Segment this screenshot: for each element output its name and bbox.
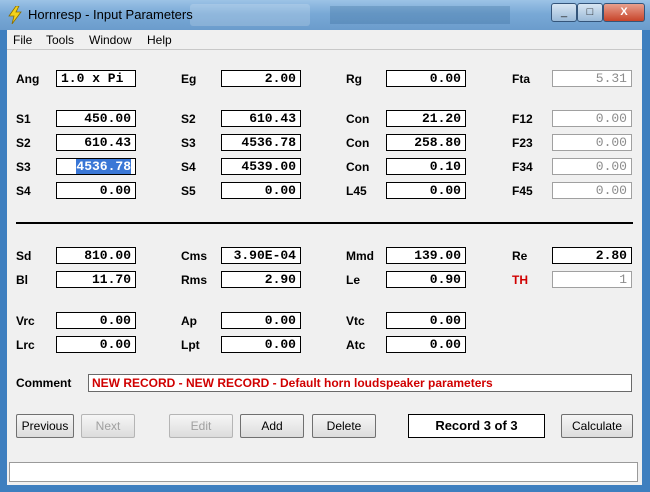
f45-field: 0.00 <box>552 182 632 199</box>
mmd-label: Mmd <box>346 249 374 263</box>
minimize-button[interactable]: _ <box>551 3 577 22</box>
fta-field: 5.31 <box>552 70 632 87</box>
vrc-field[interactable]: 0.00 <box>56 312 136 329</box>
s2-label: S2 <box>16 136 31 150</box>
th-label: TH <box>512 273 528 287</box>
comment-field[interactable]: NEW RECORD - NEW RECORD - Default horn l… <box>88 374 632 392</box>
delete-button[interactable]: Delete <box>312 414 376 438</box>
con-field[interactable]: 0.10 <box>386 158 466 175</box>
menu-bar: File Tools Window Help <box>7 30 642 50</box>
s3-label: S3 <box>16 160 31 174</box>
con-label: Con <box>346 160 370 174</box>
vrc-label: Vrc <box>16 314 35 328</box>
s1-label: S1 <box>16 112 31 126</box>
lpt-label: Lpt <box>181 338 200 352</box>
ang-label: Ang <box>16 72 40 86</box>
ap-label: Ap <box>181 314 197 328</box>
rms-field[interactable]: 2.90 <box>221 271 301 288</box>
re-label: Re <box>512 249 528 263</box>
f23-label: F23 <box>512 136 533 150</box>
th-field: 1 <box>552 271 632 288</box>
atc-field[interactable]: 0.00 <box>386 336 466 353</box>
rg-label: Rg <box>346 72 362 86</box>
ap-field[interactable]: 0.00 <box>221 312 301 329</box>
minimize-icon: _ <box>560 6 568 18</box>
input-parameters-panel: File Tools Window Help Ang 1.0 x Pi Eg 2… <box>7 30 642 485</box>
re-field[interactable]: 2.80 <box>552 247 632 264</box>
atc-label: Atc <box>346 338 366 352</box>
menu-file[interactable]: File <box>13 33 32 47</box>
previous-button[interactable]: Previous <box>16 414 74 438</box>
s3-label: S3 <box>181 136 196 150</box>
maximize-icon: □ <box>586 6 594 18</box>
menu-help[interactable]: Help <box>147 33 172 47</box>
s5-label: S5 <box>181 184 196 198</box>
le-field[interactable]: 0.90 <box>386 271 466 288</box>
maximize-button[interactable]: □ <box>577 3 603 22</box>
s2-label: S2 <box>181 112 196 126</box>
eg-field[interactable]: 2.00 <box>221 70 301 87</box>
s3-field-selected[interactable]: 4536.78 <box>56 158 136 175</box>
f34-label: F34 <box>512 160 533 174</box>
selected-value: 4536.78 <box>76 159 131 174</box>
s1-field[interactable]: 450.00 <box>56 110 136 127</box>
edit-button: Edit <box>169 414 233 438</box>
s4-label: S4 <box>181 160 196 174</box>
con-label: Con <box>346 136 370 150</box>
f23-field: 0.00 <box>552 134 632 151</box>
le-label: Le <box>346 273 361 287</box>
add-button[interactable]: Add <box>240 414 304 438</box>
status-bar <box>9 462 638 482</box>
close-icon: X <box>620 6 628 18</box>
f12-label: F12 <box>512 112 533 126</box>
s4-field[interactable]: 4539.00 <box>221 158 301 175</box>
ang-field[interactable]: 1.0 x Pi <box>56 70 136 87</box>
calculate-button[interactable]: Calculate <box>561 414 633 438</box>
record-indicator: Record 3 of 3 <box>408 414 545 438</box>
rg-field[interactable]: 0.00 <box>386 70 466 87</box>
f45-label: F45 <box>512 184 533 198</box>
sd-field[interactable]: 810.00 <box>56 247 136 264</box>
eg-label: Eg <box>181 72 197 86</box>
s2-field[interactable]: 610.43 <box>221 110 301 127</box>
lightning-icon <box>8 6 22 24</box>
l45-label: L45 <box>346 184 367 198</box>
cms-label: Cms <box>181 249 208 263</box>
window-title: Hornresp - Input Parameters <box>28 7 193 22</box>
divider <box>16 222 633 224</box>
s3-field[interactable]: 4536.78 <box>221 134 301 151</box>
bl-field[interactable]: 11.70 <box>56 271 136 288</box>
s4-field[interactable]: 0.00 <box>56 182 136 199</box>
lpt-field[interactable]: 0.00 <box>221 336 301 353</box>
s2-field[interactable]: 610.43 <box>56 134 136 151</box>
vtc-label: Vtc <box>346 314 365 328</box>
lrc-field[interactable]: 0.00 <box>56 336 136 353</box>
close-button[interactable]: X <box>603 3 645 22</box>
vtc-field[interactable]: 0.00 <box>386 312 466 329</box>
fta-label: Fta <box>512 72 530 86</box>
con-field[interactable]: 258.80 <box>386 134 466 151</box>
title-bar[interactable]: Hornresp - Input Parameters _ □ X <box>0 0 650 30</box>
s4-label: S4 <box>16 184 31 198</box>
comment-label: Comment <box>16 376 72 390</box>
mmd-field[interactable]: 139.00 <box>386 247 466 264</box>
rms-label: Rms <box>181 273 208 287</box>
s5-field[interactable]: 0.00 <box>221 182 301 199</box>
lrc-label: Lrc <box>16 338 35 352</box>
sd-label: Sd <box>16 249 32 263</box>
f12-field: 0.00 <box>552 110 632 127</box>
hornresp-window: Hornresp - Input Parameters _ □ X File T… <box>0 0 650 492</box>
next-button: Next <box>81 414 135 438</box>
con-label: Con <box>346 112 370 126</box>
con-field[interactable]: 21.20 <box>386 110 466 127</box>
menu-window[interactable]: Window <box>89 33 132 47</box>
l45-field[interactable]: 0.00 <box>386 182 466 199</box>
cms-field[interactable]: 3.90E-04 <box>221 247 301 264</box>
bl-label: Bl <box>16 273 28 287</box>
f34-field: 0.00 <box>552 158 632 175</box>
menu-tools[interactable]: Tools <box>46 33 74 47</box>
